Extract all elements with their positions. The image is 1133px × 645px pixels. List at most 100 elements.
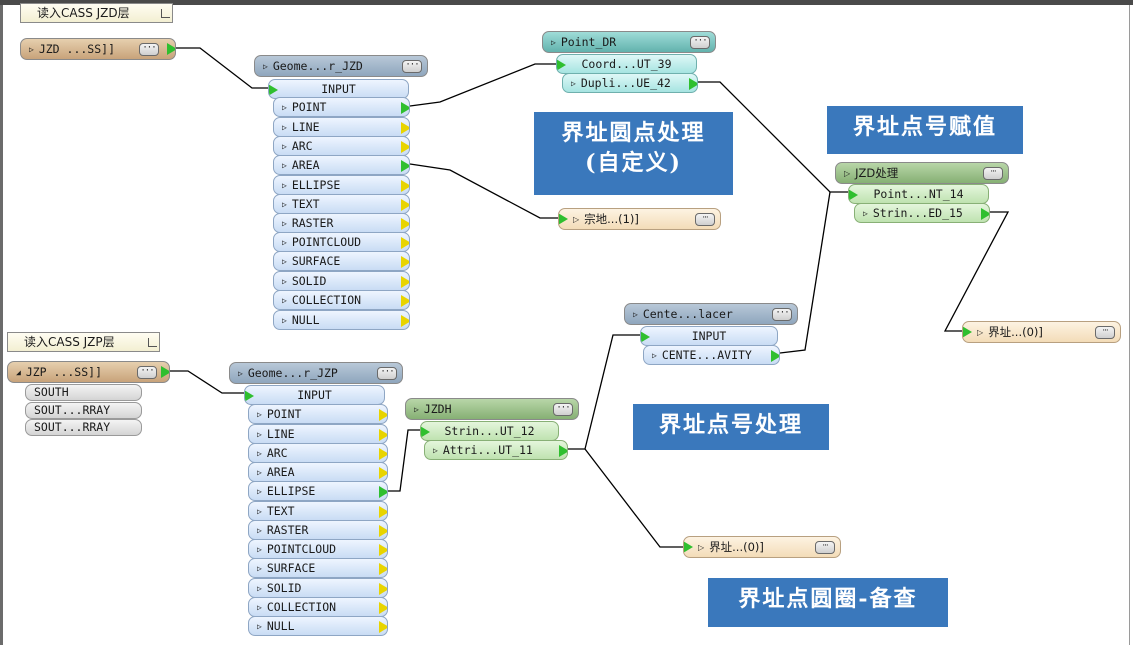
- filter-jzp-port-pointcloud[interactable]: ▷ POINTCLOUD: [248, 539, 388, 559]
- transformer-jzd-header[interactable]: ▷ JZD处理 ···: [835, 162, 1009, 184]
- input-port-icon[interactable]: [421, 426, 430, 438]
- annotation-circle-backup[interactable]: 界址点圆圈-备查: [708, 578, 948, 627]
- triangle-right-icon[interactable]: ▷: [238, 364, 243, 384]
- transformer-jzdh-header[interactable]: ▷ JZDH ···: [405, 398, 579, 420]
- filter-jzd-port-arc[interactable]: ▷ ARC: [273, 136, 410, 156]
- filter-jzp-port-line[interactable]: ▷ LINE: [248, 424, 388, 444]
- filter-jzp-port-arc[interactable]: ▷ ARC: [248, 443, 388, 463]
- filter-jzd-port-null[interactable]: ▷ NULL: [273, 310, 410, 330]
- filter-jzd-port-area[interactable]: ▷ AREA: [273, 155, 410, 175]
- filter-jzp-port-area[interactable]: ▷ AREA: [248, 462, 388, 482]
- ellipsis-icon[interactable]: ···: [815, 541, 835, 554]
- reader-jzd[interactable]: ▷ JZD ...SS]] ···: [20, 38, 176, 60]
- output-port-icon[interactable]: [379, 409, 387, 421]
- transformer-point-dr-header[interactable]: ▷ Point_DR ···: [542, 31, 716, 53]
- output-port-icon[interactable]: [379, 602, 387, 614]
- filter-jzp-port-solid[interactable]: ▷ SOLID: [248, 578, 388, 598]
- jzd-proc-output-string[interactable]: ▷ Strin...ED_15: [854, 203, 990, 223]
- ellipsis-icon[interactable]: ···: [139, 43, 159, 56]
- triangle-right-icon[interactable]: ▷: [573, 210, 579, 230]
- center-input-port[interactable]: INPUT: [640, 326, 778, 346]
- triangle-right-icon[interactable]: ▷: [698, 538, 704, 558]
- filter-jzp-input-port[interactable]: INPUT: [244, 385, 385, 405]
- output-port-icon[interactable]: [401, 237, 409, 249]
- output-port-icon[interactable]: [771, 350, 779, 362]
- jzdh-input-port[interactable]: Strin...UT_12: [420, 421, 559, 441]
- output-port-icon[interactable]: [981, 208, 989, 220]
- reader-jzp[interactable]: ◢ JZP ...SS]] ···: [7, 361, 170, 383]
- filter-jzp-port-ellipse[interactable]: ▷ ELLIPSE: [248, 481, 388, 501]
- output-port-icon[interactable]: [379, 563, 387, 575]
- point-dr-output-dupli[interactable]: ▷ Dupli...UE_42: [562, 73, 698, 93]
- input-port-icon[interactable]: [684, 541, 693, 553]
- annotation-point-number-processing[interactable]: 界址点号处理: [633, 404, 829, 450]
- transformer-center-replacer-header[interactable]: ▷ Cente...lacer ···: [624, 303, 798, 325]
- triangle-down-icon[interactable]: ◢: [16, 363, 21, 383]
- triangle-right-icon[interactable]: ▷: [29, 40, 34, 60]
- output-port-icon[interactable]: [379, 506, 387, 518]
- output-port-icon[interactable]: [379, 525, 387, 537]
- filter-jzp-port-collection[interactable]: ▷ COLLECTION: [248, 597, 388, 617]
- output-port-icon[interactable]: [401, 141, 409, 153]
- input-port-icon[interactable]: [245, 390, 254, 402]
- center-output-port[interactable]: ▷ CENTE...AVITY: [643, 345, 780, 365]
- ellipsis-icon[interactable]: ···: [772, 308, 792, 321]
- output-port-icon[interactable]: [161, 366, 169, 378]
- annotation-circle-processing[interactable]: 界址圆点处理 (自定义): [534, 112, 733, 195]
- filter-jzp-port-text[interactable]: ▷ TEXT: [248, 501, 388, 521]
- filter-jzd-port-line[interactable]: ▷ LINE: [273, 117, 410, 137]
- writer-jiezhi-2[interactable]: ▷ 界址...(0)] ···: [683, 536, 841, 558]
- input-port-icon[interactable]: [269, 84, 278, 96]
- output-port-icon[interactable]: [401, 256, 409, 268]
- filter-jzd-port-ellipse[interactable]: ▷ ELLIPSE: [273, 175, 410, 195]
- bookmark-resize-icon[interactable]: [148, 338, 157, 347]
- filter-jzp-port-raster[interactable]: ▷ RASTER: [248, 520, 388, 540]
- point-dr-input-port[interactable]: Coord...UT_39: [556, 54, 697, 74]
- jzd-proc-input-port[interactable]: Point...NT_14: [848, 184, 989, 204]
- reader-jzp-attribute[interactable]: SOUT...RRAY: [25, 419, 142, 436]
- filter-jzd-port-surface[interactable]: ▷ SURFACE: [273, 251, 410, 271]
- output-port-icon[interactable]: [401, 180, 409, 192]
- filter-jzd-port-collection[interactable]: ▷ COLLECTION: [273, 290, 410, 310]
- filter-jzd-header[interactable]: ▷ Geome...r_JZD ···: [254, 55, 428, 77]
- filter-jzp-port-surface[interactable]: ▷ SURFACE: [248, 558, 388, 578]
- output-port-icon[interactable]: [401, 276, 409, 288]
- input-port-icon[interactable]: [849, 189, 858, 201]
- triangle-right-icon[interactable]: ▷: [977, 323, 983, 343]
- output-port-icon[interactable]: [401, 102, 409, 114]
- triangle-right-icon[interactable]: ▷: [633, 305, 638, 325]
- output-port-icon[interactable]: [559, 445, 567, 457]
- filter-jzp-port-point[interactable]: ▷ POINT: [248, 404, 388, 424]
- output-port-icon[interactable]: [689, 78, 697, 90]
- output-port-icon[interactable]: [401, 122, 409, 134]
- reader-jzp-attribute[interactable]: SOUT...RRAY: [25, 402, 142, 419]
- filter-jzp-port-null[interactable]: ▷ NULL: [248, 616, 388, 636]
- filter-jzd-port-solid[interactable]: ▷ SOLID: [273, 271, 410, 291]
- output-port-icon[interactable]: [167, 43, 175, 55]
- ellipsis-icon[interactable]: ···: [695, 213, 715, 226]
- output-port-icon[interactable]: [379, 486, 387, 498]
- bookmark-jzp-layer[interactable]: 读入CASS JZP层: [7, 332, 160, 352]
- filter-jzd-port-pointcloud[interactable]: ▷ POINTCLOUD: [273, 232, 410, 252]
- writer-zongdi[interactable]: ▷ 宗地...(1)] ···: [558, 208, 721, 230]
- output-port-icon[interactable]: [379, 583, 387, 595]
- ellipsis-icon[interactable]: ···: [983, 167, 1003, 180]
- filter-jzd-port-raster[interactable]: ▷ RASTER: [273, 213, 410, 233]
- output-port-icon[interactable]: [401, 295, 409, 307]
- filter-jzd-port-text[interactable]: ▷ TEXT: [273, 194, 410, 214]
- ellipsis-icon[interactable]: ···: [690, 36, 710, 49]
- filter-jzd-input-port[interactable]: INPUT: [268, 79, 409, 99]
- ellipsis-icon[interactable]: ···: [1095, 326, 1115, 339]
- bookmark-resize-icon[interactable]: [161, 9, 170, 18]
- ellipsis-icon[interactable]: ···: [137, 366, 157, 379]
- ellipsis-icon[interactable]: ···: [377, 367, 397, 380]
- triangle-right-icon[interactable]: ▷: [844, 164, 850, 184]
- output-port-icon[interactable]: [379, 448, 387, 460]
- output-port-icon[interactable]: [401, 315, 409, 327]
- filter-jzp-header[interactable]: ▷ Geome...r_JZP ···: [229, 362, 403, 384]
- annotation-point-number-assign[interactable]: 界址点号赋值: [827, 106, 1023, 154]
- output-port-icon[interactable]: [379, 467, 387, 479]
- input-port-icon[interactable]: [559, 213, 568, 225]
- output-port-icon[interactable]: [379, 544, 387, 556]
- triangle-right-icon[interactable]: ▷: [263, 57, 268, 77]
